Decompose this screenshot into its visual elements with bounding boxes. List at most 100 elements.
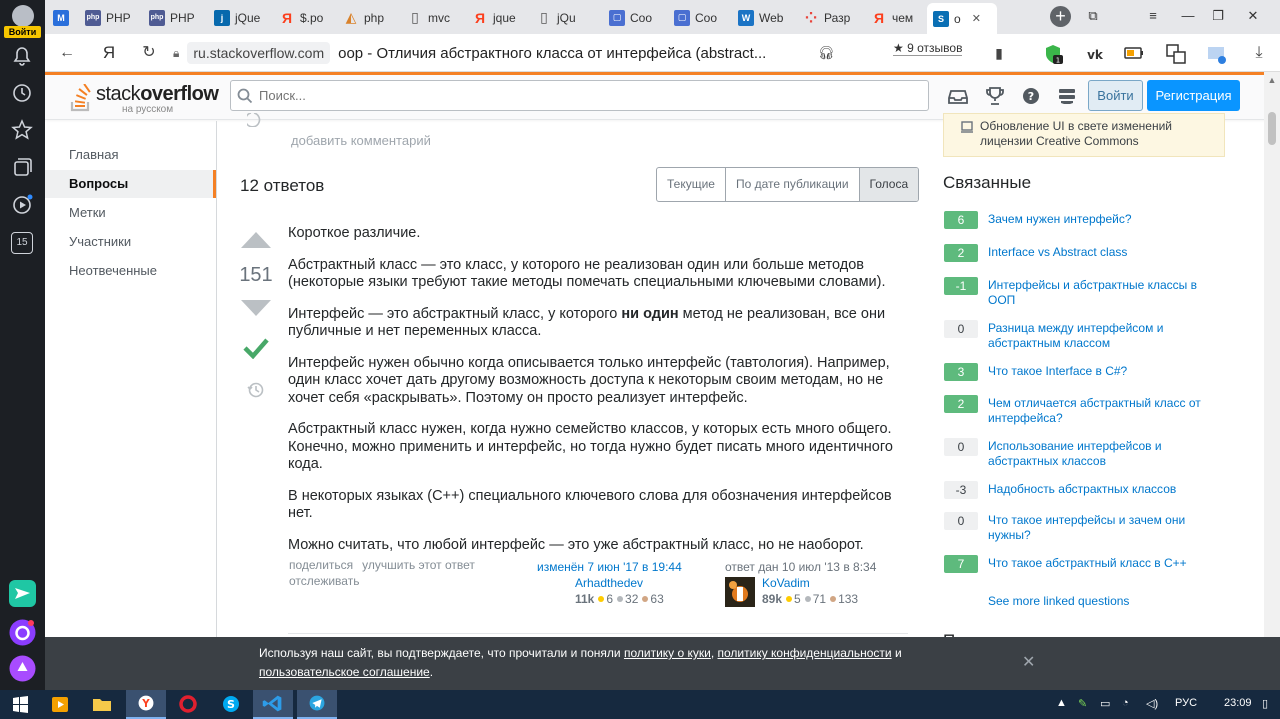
telegram-icon[interactable] (297, 690, 337, 719)
back-arrow-icon[interactable]: ← (58, 44, 76, 62)
tab-6[interactable]: ▯ mvc (401, 4, 461, 31)
close-tab-icon[interactable]: ✕ (972, 12, 981, 25)
new-tab-button[interactable]: + (1050, 6, 1071, 27)
file-explorer-icon[interactable] (82, 690, 122, 719)
tray-volume-icon[interactable]: ◁) (1146, 697, 1158, 710)
yandex-browser-taskbar-icon[interactable]: Y (126, 690, 166, 719)
author-avatar[interactable] (725, 577, 755, 607)
nav-users[interactable]: Участники (45, 228, 216, 256)
tab-3[interactable]: j jQue (208, 4, 268, 31)
clock[interactable]: 23:09 (1224, 697, 1252, 709)
bookmark-icon[interactable]: ▮ (990, 44, 1008, 62)
inbox-icon[interactable] (948, 87, 968, 105)
so-logo[interactable]: stackoverflow на русском (70, 80, 220, 115)
restore-icon[interactable]: ❐ (1210, 8, 1226, 24)
cookie-policy-link[interactable]: политику о куки (624, 646, 711, 660)
tab-12[interactable]: ⁘ Разр (797, 4, 861, 31)
tray-app-icon[interactable]: ✎ (1078, 697, 1087, 710)
search-box[interactable] (230, 80, 929, 111)
messenger-app-icon[interactable] (9, 580, 36, 607)
related-link[interactable]: Чем отличается абстрактный класс от инте… (988, 396, 1213, 426)
reload-icon[interactable]: ↻ (140, 44, 158, 62)
adguard-shield-icon[interactable]: 1 (1042, 43, 1064, 65)
scroll-up-arrow-icon[interactable]: ▲ (1264, 72, 1280, 88)
downvote-arrow-icon[interactable] (240, 299, 272, 317)
history-icon[interactable] (247, 113, 265, 127)
add-comment-link[interactable]: добавить комментарий (291, 133, 431, 148)
alice-voice-icon[interactable] (9, 655, 36, 682)
url-field[interactable]: 🔒︎ ru.stackoverflow.com oop - Отличия аб… (173, 40, 843, 66)
nav-unanswered[interactable]: Неотвеченные (45, 257, 216, 285)
star-icon[interactable] (11, 119, 33, 141)
nav-tags[interactable]: Метки (45, 199, 216, 227)
privacy-policy-link[interactable]: политику конфиденциальности (718, 646, 892, 660)
tab-11[interactable]: W Web (732, 4, 792, 31)
related-link[interactable]: Надобность абстрактных классов (988, 482, 1213, 497)
author-name-link[interactable]: KoVadim (762, 576, 810, 590)
upvote-arrow-icon[interactable] (240, 231, 272, 249)
close-icon[interactable]: ✕ (1022, 653, 1035, 672)
sort-active[interactable]: Текущие (657, 168, 726, 201)
tray-wifi-icon[interactable]: ◔ (1122, 697, 1129, 709)
help-icon[interactable]: ? (1021, 87, 1041, 105)
collections-icon[interactable] (11, 157, 33, 179)
menu-icon[interactable]: ≡ (1145, 8, 1161, 24)
related-link[interactable]: Использование интерфейсов и абстрактных … (988, 439, 1213, 469)
tray-network-icon[interactable]: ▭ (1100, 697, 1110, 710)
nav-home[interactable]: Главная (45, 141, 216, 169)
windows-start-icon[interactable] (0, 690, 40, 719)
close-window-icon[interactable]: ✕ (1245, 8, 1261, 24)
tab-13[interactable]: Ячем (865, 4, 925, 31)
tab-1[interactable]: php PHP (79, 4, 139, 31)
related-link[interactable]: Интерфейсы и абстрактные классы в ООП (988, 278, 1213, 308)
tab-4[interactable]: Я $.po (273, 4, 333, 31)
screenshot-ext-icon[interactable] (1206, 43, 1228, 65)
share-link[interactable]: поделиться (289, 558, 353, 572)
login-button[interactable]: Войти (4, 5, 41, 38)
register-button[interactable]: Регистрация (1147, 80, 1240, 111)
vk-icon[interactable]: vk (1085, 44, 1105, 64)
site-switcher-icon[interactable] (1057, 87, 1077, 105)
improve-link[interactable]: улучшить этот ответ (362, 558, 475, 572)
scroll-thumb[interactable] (1268, 112, 1276, 145)
media-player-icon[interactable] (40, 690, 80, 719)
tab-2[interactable]: php PHP (143, 4, 203, 31)
language-indicator[interactable]: РУС (1175, 697, 1197, 709)
edited-timestamp-link[interactable]: изменён 7 июн '17 в 19:44 (537, 560, 682, 574)
sort-by-date[interactable]: По дате публикации (726, 168, 860, 201)
tabs-overview-icon[interactable]: ⧉ (1085, 8, 1101, 24)
skype-icon[interactable]: S (211, 690, 251, 719)
related-link[interactable]: Interface vs Abstract class (988, 245, 1213, 260)
history-icon[interactable] (247, 381, 265, 399)
related-link[interactable]: Что такое абстрактный класс в C++ (988, 556, 1213, 571)
related-link[interactable]: Что такое Interface в C#? (988, 364, 1213, 379)
tab-8[interactable]: ▯ jQu (530, 4, 590, 31)
tab-active-stackoverflow[interactable]: Sо ✕ (927, 3, 997, 34)
related-link[interactable]: Что такое интерфейсы и зачем они нужны? (988, 513, 1213, 543)
history-clock-icon[interactable] (11, 82, 33, 104)
terms-link[interactable]: пользовательское соглашение (259, 665, 430, 679)
yandex-home-icon[interactable]: Я (100, 44, 118, 62)
calendar-15-icon[interactable]: 15 (11, 232, 33, 254)
sort-by-votes[interactable]: Голоса (859, 168, 919, 201)
minimize-icon[interactable]: — (1180, 8, 1196, 24)
nav-questions[interactable]: Вопросы (45, 170, 216, 198)
related-link[interactable]: Зачем нужен интерфейс? (988, 212, 1213, 227)
editor-name-link[interactable]: Arhadthedev (575, 576, 643, 590)
vscode-icon[interactable] (253, 690, 293, 719)
tab-5[interactable]: ◭ php (337, 4, 397, 31)
translate-icon[interactable] (1165, 43, 1187, 65)
download-icon[interactable]: ⤓ (1250, 44, 1268, 62)
video-play-icon[interactable] (11, 194, 33, 216)
login-button-so[interactable]: Войти (1088, 80, 1143, 111)
related-link[interactable]: Разница между интерфейсом и абстрактным … (988, 321, 1213, 351)
alice-app-icon[interactable] (9, 619, 36, 646)
follow-link[interactable]: отслеживать (289, 574, 359, 588)
reviews-link[interactable]: ★ 9 отзывов (893, 41, 963, 56)
trophy-icon[interactable] (985, 87, 1005, 105)
opera-icon[interactable] (168, 690, 208, 719)
tab-0[interactable]: M (47, 4, 77, 31)
battery-icon[interactable] (1123, 45, 1145, 61)
more-linked-link[interactable]: See more linked questions (988, 594, 1129, 608)
search-input[interactable] (259, 88, 909, 103)
